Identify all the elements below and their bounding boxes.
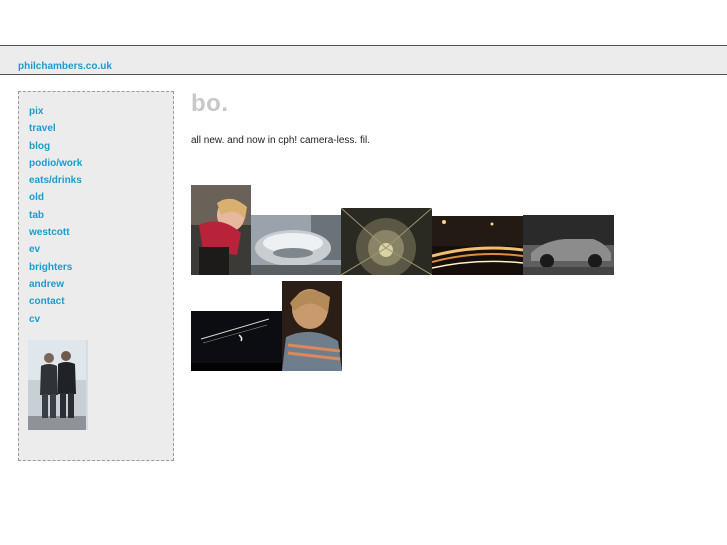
nav-item: travel: [29, 120, 82, 137]
nav-item: andrew: [29, 276, 82, 293]
photo-thumbnail-woman[interactable]: [191, 185, 251, 275]
nav-link-podio-work[interactable]: podio/work: [29, 158, 82, 169]
header-bar: philchambers.co.uk: [0, 45, 727, 75]
nav-link-travel[interactable]: travel: [29, 123, 56, 134]
nav-item: cv: [29, 311, 82, 328]
photo-graphic: [432, 216, 523, 275]
portrait-photo-icon[interactable]: [28, 340, 88, 430]
photo-graphic: [282, 281, 342, 371]
nav-link-andrew[interactable]: andrew: [29, 279, 64, 290]
nav-link-cv[interactable]: cv: [29, 314, 40, 325]
photo-graphic: [341, 208, 432, 275]
nav-item: eats/drinks: [29, 172, 82, 189]
portrait-photo-graphic: [28, 340, 86, 430]
nav-link-blog[interactable]: blog: [29, 141, 50, 152]
sidebar: pix travel blog podio/work eats/drinks o…: [18, 91, 174, 461]
nav-link-tab[interactable]: tab: [29, 210, 44, 221]
nav-item: tab: [29, 207, 82, 224]
photo-thumbnail-glass-dome[interactable]: [341, 208, 432, 275]
nav-link-brighters[interactable]: brighters: [29, 262, 72, 273]
sidebar-nav: pix travel blog podio/work eats/drinks o…: [29, 103, 82, 328]
nav-link-contact[interactable]: contact: [29, 296, 65, 307]
photo-thumbnail-car[interactable]: [523, 215, 614, 275]
nav-item: brighters: [29, 259, 82, 276]
intro-text: all new. and now in cph! camera-less. fi…: [191, 135, 370, 146]
nav-link-old[interactable]: old: [29, 192, 44, 203]
nav-item: podio/work: [29, 155, 82, 172]
nav-item: contact: [29, 293, 82, 310]
photo-graphic: [523, 215, 614, 275]
nav-item: blog: [29, 138, 82, 155]
nav-link-eats-drinks[interactable]: eats/drinks: [29, 175, 82, 186]
photo-thumbnail-night-traffic[interactable]: [432, 216, 523, 275]
nav-item: ev: [29, 241, 82, 258]
photo-thumbnail-woman-reading[interactable]: [282, 281, 342, 371]
site-home-link[interactable]: philchambers.co.uk: [18, 61, 112, 72]
nav-item: pix: [29, 103, 82, 120]
photo-graphic: [191, 311, 282, 371]
nav-item: old: [29, 189, 82, 206]
nav-item: westcott: [29, 224, 82, 241]
page-title: bo.: [191, 90, 229, 117]
nav-link-ev[interactable]: ev: [29, 244, 40, 255]
photo-graphic: [191, 185, 251, 275]
nav-link-westcott[interactable]: westcott: [29, 227, 70, 238]
nav-link-pix[interactable]: pix: [29, 106, 43, 117]
photo-thumbnail-bean-sculpture[interactable]: [251, 215, 341, 275]
photo-graphic: [251, 215, 341, 275]
photo-thumbnail-night-sky[interactable]: [191, 311, 282, 371]
